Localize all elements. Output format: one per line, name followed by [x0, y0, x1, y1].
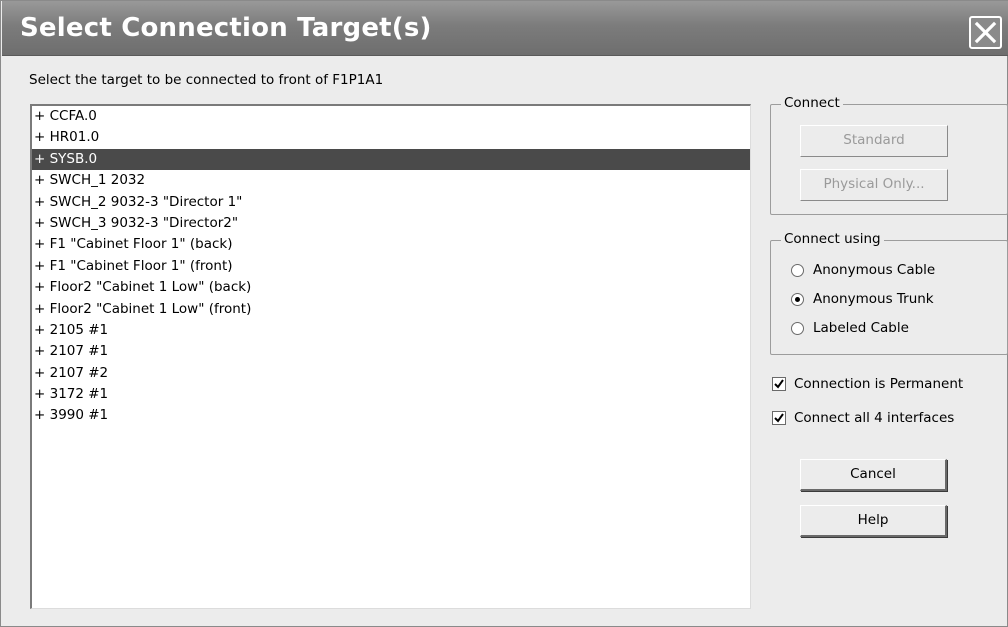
dialog-window: Select Connection Target(s) Select the t… — [0, 0, 1008, 627]
radio-label: Anonymous Trunk — [813, 291, 934, 307]
radio-button[interactable] — [791, 322, 804, 335]
connect-group: Connect Standard Physical Only... — [770, 95, 1008, 215]
all-interfaces-checkbox-label: Connect all 4 interfaces — [794, 410, 955, 426]
list-item[interactable]: + 2105 #1 — [32, 320, 750, 341]
target-listbox[interactable]: + CCFA.0 + HR01.0 + SYSB.0 + SWCH_1 2032 + S… — [30, 104, 751, 609]
list-item[interactable]: + 3172 #1 — [32, 384, 750, 405]
list-item[interactable]: + SWCH_2 9032-3 "Director 1" — [32, 192, 750, 213]
close-button[interactable] — [969, 16, 1002, 49]
radio-label: Labeled Cable — [813, 320, 909, 336]
permanent-checkbox[interactable]: Connection is Permanent — [772, 374, 1002, 394]
instruction-text: Select the target to be connected to fro… — [29, 72, 384, 88]
list-item[interactable]: + Floor2 "Cabinet 1 Low" (front) — [32, 299, 750, 320]
help-button-label: Help — [857, 512, 889, 528]
anonymous-trunk-radio[interactable]: Anonymous Trunk — [791, 289, 991, 309]
standard-button-label: Standard — [843, 132, 905, 148]
all-interfaces-checkbox-box[interactable] — [772, 411, 786, 425]
list-item[interactable]: + HR01.0 — [32, 127, 750, 148]
cancel-button[interactable]: Cancel — [800, 459, 947, 491]
permanent-checkbox-box[interactable] — [772, 377, 786, 391]
all-interfaces-checkbox[interactable]: Connect all 4 interfaces — [772, 408, 1002, 428]
connect-group-label: Connect — [781, 95, 843, 111]
standard-button[interactable]: Standard — [800, 125, 948, 157]
checkmark-icon — [774, 413, 784, 423]
dialog-title: Select Connection Target(s) — [20, 13, 432, 43]
cancel-button-label: Cancel — [850, 466, 896, 482]
radio-label: Anonymous Cable — [813, 262, 936, 278]
permanent-checkbox-label: Connection is Permanent — [794, 376, 964, 392]
list-item[interactable]: + Floor2 "Cabinet 1 Low" (back) — [32, 277, 750, 298]
physical-only-button[interactable]: Physical Only... — [800, 169, 948, 201]
anonymous-cable-radio[interactable]: Anonymous Cable — [791, 260, 991, 280]
list-item[interactable]: + F1 "Cabinet Floor 1" (front) — [32, 256, 750, 277]
list-item[interactable]: + F1 "Cabinet Floor 1" (back) — [32, 234, 750, 255]
list-item[interactable]: + CCFA.0 — [32, 106, 750, 127]
radio-button[interactable] — [791, 293, 804, 306]
close-icon — [974, 21, 997, 44]
list-item[interactable]: + 2107 #1 — [32, 341, 750, 362]
list-item[interactable]: + 2107 #2 — [32, 363, 750, 384]
radio-button[interactable] — [791, 264, 804, 277]
list-item[interactable]: + SYSB.0 — [32, 148, 750, 171]
checkmark-icon — [774, 379, 784, 389]
title-bar[interactable]: Select Connection Target(s) — [2, 1, 1008, 56]
connect-using-group: Connect using Anonymous Cable Anonymous T… — [770, 231, 1008, 355]
physical-only-button-label: Physical Only... — [823, 176, 925, 192]
list-item[interactable]: + 3990 #1 — [32, 405, 750, 426]
labeled-cable-radio[interactable]: Labeled Cable — [791, 318, 991, 338]
list-item[interactable]: + SWCH_1 2032 — [32, 170, 750, 191]
list-item[interactable]: + SWCH_3 9032-3 "Director2" — [32, 213, 750, 234]
help-button[interactable]: Help — [800, 505, 947, 537]
connect-using-group-label: Connect using — [781, 231, 884, 247]
